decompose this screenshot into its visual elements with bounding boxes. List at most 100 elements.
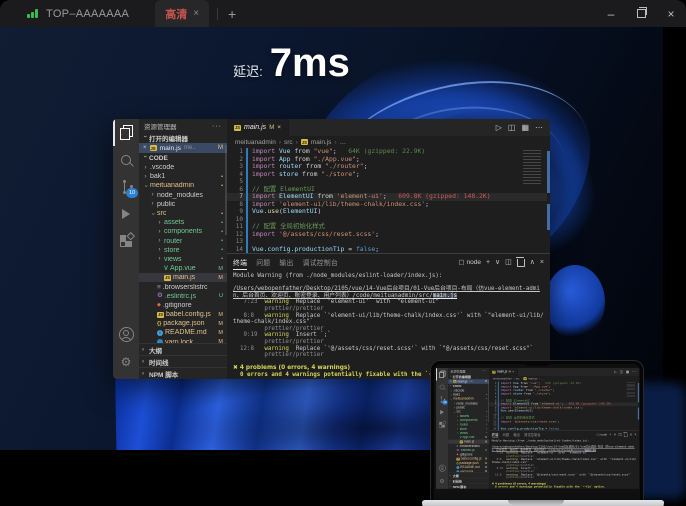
explorer-more-actions-icon[interactable]: ··· (212, 123, 222, 130)
tree-item[interactable]: ›node_modules (139, 191, 227, 200)
tree-item-label: node_modules (157, 192, 203, 199)
tree-item[interactable]: {}package.jsonM (139, 319, 227, 328)
kill-terminal-icon[interactable] (517, 259, 525, 267)
tree-item[interactable]: ›components• (139, 227, 227, 236)
panel-tab-输出[interactable]: 输出 (279, 254, 293, 270)
git-status-badge: • (221, 174, 223, 180)
chevron-icon: › (150, 192, 155, 198)
tree-item[interactable]: ›router• (139, 237, 227, 246)
maximize-button[interactable] (626, 0, 656, 27)
vscode-window[interactable]: 10 ⚙ 资源管理器 ··· › 打开的 (113, 119, 550, 379)
search-icon (121, 155, 131, 165)
session-tab-label: 高清 (165, 6, 187, 22)
titlebar[interactable]: TOP–AAAAAAA 高清 × + – × (0, 0, 686, 27)
tree-item[interactable]: ›.vscode (139, 163, 227, 172)
breadcrumb-item[interactable]: meituanadmin (235, 139, 276, 146)
panel-tab-调试控制台[interactable]: 调试控制台 (303, 254, 338, 270)
code-line[interactable]: 9Vue.use(ElementUI) (227, 208, 550, 216)
breadcrumb-item[interactable]: src (284, 139, 293, 146)
activitybar-explorer[interactable] (113, 119, 139, 146)
tree-item[interactable]: JSmain.jsM (139, 273, 227, 282)
activitybar-account[interactable] (113, 321, 139, 348)
close-icon[interactable]: × (277, 124, 281, 131)
sidebar-scrollbar[interactable] (225, 145, 227, 235)
chevron-down-icon[interactable]: ∨ (495, 258, 500, 266)
breadcrumb-item[interactable]: main.js (311, 139, 332, 146)
code-line[interactable]: 12import '@/assets/css/reset.scss'; (227, 231, 550, 239)
scm-badge: 10 (126, 188, 138, 198)
git-status-badge: M (218, 275, 223, 281)
minimap[interactable] (523, 150, 545, 250)
code-editor[interactable]: 1import Vue from "vue"; 64K (gzipped: 22… (227, 148, 550, 253)
run-icon[interactable]: ▷ (496, 123, 502, 132)
activitybar-extensions[interactable] (113, 227, 139, 254)
code-line[interactable]: 4import store from "./store"; (227, 171, 550, 179)
panel-tab-问题[interactable]: 问题 (256, 254, 270, 270)
tab-separator (217, 8, 218, 20)
open-editors-section[interactable]: › 打开的编辑器 (139, 133, 227, 143)
code-line[interactable]: 14Vue.config.productionTip = false; (227, 246, 550, 254)
split-terminal-icon[interactable]: ◫ (505, 258, 512, 266)
new-terminal-icon[interactable]: + (486, 259, 490, 266)
close-panel-icon[interactable]: × (540, 259, 544, 266)
tree-item-label: public (157, 201, 175, 208)
explorer-sidebar: 资源管理器 ··· › 打开的编辑器 × JS main.js me.. M (139, 119, 227, 379)
panel-tab-终端[interactable]: 终端 (233, 254, 247, 270)
account-icon (119, 327, 134, 342)
tree-item[interactable]: ›public (139, 200, 227, 209)
breadcrumb-item[interactable]: … (340, 139, 347, 146)
tree-item[interactable]: ›src• (139, 209, 227, 218)
tree-item[interactable]: JSbabel.config.jsM (139, 310, 227, 319)
maximize-panel-icon[interactable]: ∧ (530, 258, 535, 266)
editor-tab-mainjs[interactable]: JS main.js M × (227, 119, 289, 136)
overview-ruler[interactable] (547, 148, 550, 253)
tree-item[interactable]: ›store• (139, 246, 227, 255)
new-tab-button[interactable]: + (224, 7, 240, 21)
shell-selector[interactable]: ▢ node (458, 258, 481, 266)
tree-item[interactable]: ≡.browserslistrc (139, 282, 227, 291)
tree-item[interactable]: iREADME.mdM (139, 328, 227, 337)
activitybar-search[interactable] (113, 146, 139, 173)
sidebar-section-时间线[interactable]: ›时间线 (139, 355, 227, 367)
tree-item-label: assets (164, 219, 184, 226)
close-tab-icon[interactable]: × (193, 8, 199, 19)
remote-desktop-viewport[interactable]: 延迟: 7ms 10 ⚙ (0, 27, 686, 506)
workspace-section[interactable]: › CODE (139, 153, 227, 163)
split-editor-icon[interactable]: ◫ (508, 123, 516, 132)
tree-item[interactable]: ›assets• (139, 218, 227, 227)
tree-item-label: .vscode (150, 164, 174, 171)
session-tab-hd[interactable]: 高清 × (155, 0, 209, 27)
laptop-base (422, 500, 664, 506)
tree-item[interactable]: ›bak1• (139, 172, 227, 181)
breadcrumb-separator: › (296, 139, 298, 146)
sidebar-section-NPM 脚本[interactable]: ›NPM 脚本 (139, 367, 227, 379)
js-file-icon: JS (301, 139, 308, 145)
info-file-icon: i (157, 330, 163, 336)
laptop-screen: 10 ⚙ 资源管理器 ··· › 打开的 (434, 364, 640, 503)
activitybar-source-control[interactable]: 10 (113, 173, 139, 200)
chevron-icon: › (157, 229, 162, 235)
tree-item[interactable]: ◆.gitignore (139, 301, 227, 310)
open-editor-item[interactable]: × JS main.js me.. M (139, 143, 227, 153)
file-tree: ›.vscode›bak1•›meituanadmin•›node_module… (139, 163, 227, 343)
activitybar-run-debug[interactable] (113, 200, 139, 227)
minimize-button[interactable]: – (596, 0, 626, 27)
tree-item[interactable]: VApp.vueM (139, 264, 227, 273)
close-icon[interactable]: × (143, 145, 147, 151)
layout-icon[interactable]: ▦ (521, 123, 529, 132)
modified-badge: M (269, 125, 274, 131)
close-button[interactable]: × (656, 0, 686, 27)
gear-icon: ⚙ (121, 356, 132, 368)
editor-actions: ▷ ◫ ▦ ⋯ (496, 119, 550, 136)
git-status-badge: • (221, 229, 223, 235)
sidebar-section-大纲[interactable]: ›大纲 (139, 343, 227, 355)
breadcrumb-separator: › (334, 139, 336, 146)
tree-item-label: babel.config.js (166, 311, 211, 318)
terminal-line: 8:8 warning Replace `'element-ui/lib/the… (233, 313, 544, 326)
more-actions-icon[interactable]: ⋯ (535, 123, 543, 132)
git-status-badge: U (219, 293, 223, 299)
tree-item[interactable]: ⚙.eslintrc.jsU (139, 292, 227, 301)
tree-item[interactable]: ›views• (139, 255, 227, 264)
activitybar-settings[interactable]: ⚙ (113, 348, 139, 375)
tree-item[interactable]: ›meituanadmin• (139, 181, 227, 190)
